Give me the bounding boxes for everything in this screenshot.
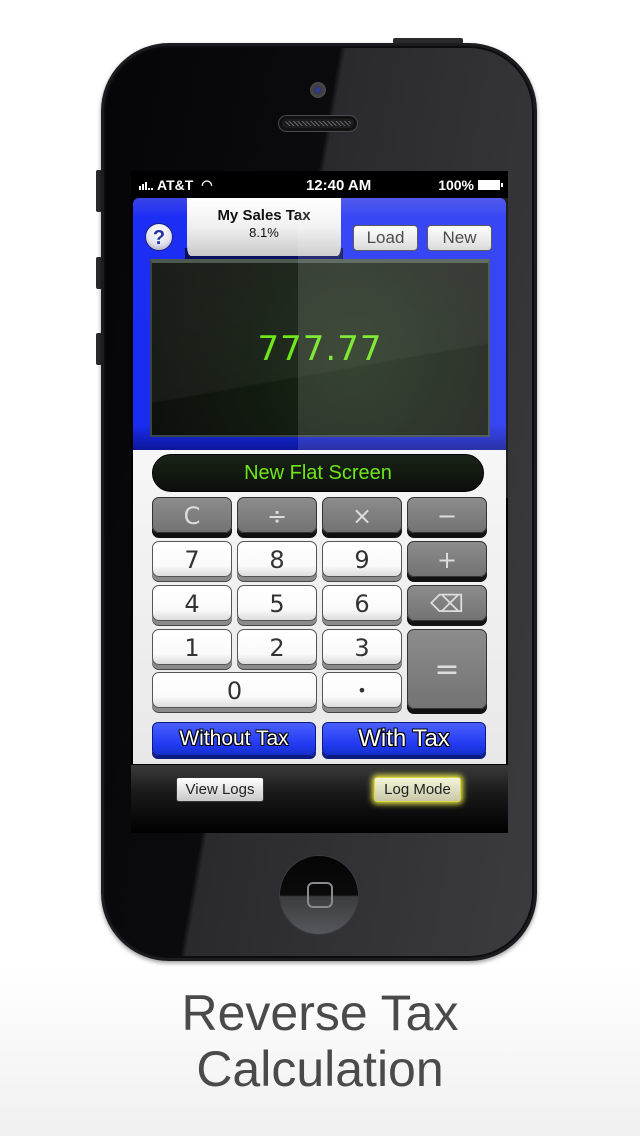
backspace-key[interactable]: ⌫ xyxy=(407,585,487,621)
home-square-icon xyxy=(307,882,333,908)
digit-2-key[interactable]: 2 xyxy=(237,629,317,665)
tax-profile-tab[interactable]: My Sales Tax 8.1% xyxy=(187,198,341,256)
new-button[interactable]: New xyxy=(427,225,492,251)
marketing-caption: Reverse Tax Calculation xyxy=(0,985,640,1097)
divide-key[interactable]: ÷ xyxy=(237,497,317,533)
multiply-key[interactable]: × xyxy=(322,497,402,533)
clear-key[interactable]: C xyxy=(152,497,232,533)
digit-3-key[interactable]: 3 xyxy=(322,629,402,665)
battery-percent: 100% xyxy=(438,177,474,193)
digit-9-key[interactable]: 9 xyxy=(322,541,402,577)
battery-charging-icon xyxy=(478,180,503,190)
plus-key[interactable]: + xyxy=(407,541,487,577)
earpiece-speaker-icon xyxy=(278,115,358,132)
caption-line-2: Calculation xyxy=(196,1041,444,1097)
load-button[interactable]: Load xyxy=(353,225,418,251)
without-tax-button[interactable]: Without Tax xyxy=(152,722,316,756)
signal-bars-icon xyxy=(139,180,153,190)
tax-profile-rate: 8.1% xyxy=(249,225,279,240)
carrier-label: AT&T xyxy=(157,177,194,193)
caption-line-1: Reverse Tax xyxy=(181,985,459,1041)
item-label-field[interactable]: New Flat Screen xyxy=(152,454,484,492)
digit-6-key[interactable]: 6 xyxy=(322,585,402,621)
status-bar: AT&T ◠ 12:40 AM 100% xyxy=(131,171,508,199)
digit-0-key[interactable]: 0 xyxy=(152,672,317,708)
home-button xyxy=(279,855,359,935)
digit-8-key[interactable]: 8 xyxy=(237,541,317,577)
calculator-header: ? My Sales Tax 8.1% Load New 777.77 xyxy=(133,198,508,498)
result-display: 777.77 xyxy=(150,259,490,437)
bottom-toolbar: View Logs Log Mode xyxy=(131,765,508,833)
status-time: 12:40 AM xyxy=(305,176,372,194)
digit-4-key[interactable]: 4 xyxy=(152,585,232,621)
help-button[interactable]: ? xyxy=(145,223,173,251)
digit-5-key[interactable]: 5 xyxy=(237,585,317,621)
decimal-key[interactable]: • xyxy=(322,672,402,708)
log-mode-toggle[interactable]: Log Mode xyxy=(374,777,461,802)
wifi-icon: ◠ xyxy=(201,177,213,192)
with-tax-button[interactable]: With Tax xyxy=(322,722,486,756)
equals-key[interactable]: = xyxy=(407,629,487,709)
phone-screen: AT&T ◠ 12:40 AM 100% ? My Sales Tax 8.1%… xyxy=(131,171,508,833)
minus-key[interactable]: − xyxy=(407,497,487,533)
keypad: New Flat Screen C ÷ × − 7 8 9 + 4 5 6 ⌫ … xyxy=(133,450,506,764)
view-logs-button[interactable]: View Logs xyxy=(176,777,264,802)
display-value: 777.77 xyxy=(257,329,383,369)
tax-profile-name: My Sales Tax xyxy=(217,207,311,224)
digit-7-key[interactable]: 7 xyxy=(152,541,232,577)
digit-1-key[interactable]: 1 xyxy=(152,629,232,665)
front-camera-icon xyxy=(310,82,326,98)
